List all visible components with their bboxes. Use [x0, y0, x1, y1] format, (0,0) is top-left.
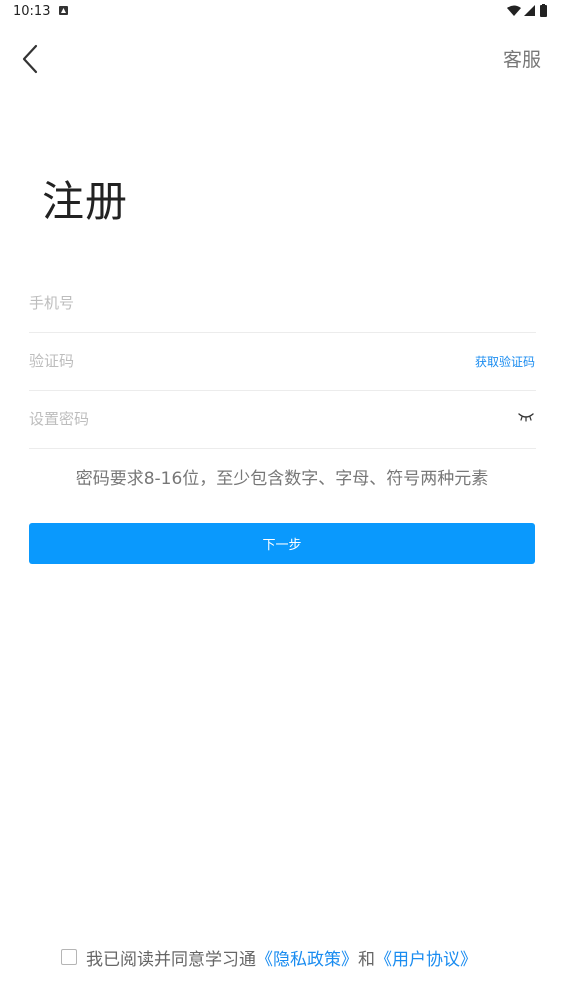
status-bar: 10:13 [0, 0, 564, 24]
phone-input[interactable] [29, 290, 429, 316]
agreement-connector: 和 [358, 949, 375, 970]
agreement-prefix: 我已阅读并同意学习通 [86, 949, 256, 970]
user-agreement-link[interactable]: 《用户协议》 [375, 945, 477, 970]
back-button[interactable] [14, 40, 50, 76]
get-code-button[interactable]: 获取验证码 [475, 353, 535, 370]
password-hint: 密码要求8-16位，至少包含数字、字母、符号两种元素 [75, 469, 489, 489]
agree-checkbox[interactable] [61, 949, 77, 965]
signal-icon [524, 5, 535, 16]
wifi-icon [507, 5, 521, 16]
phone-row [29, 274, 536, 333]
password-input[interactable] [29, 406, 429, 432]
back-arrow-icon [22, 44, 38, 74]
status-icons [507, 4, 547, 17]
customer-service-link[interactable]: 客服 [503, 45, 541, 72]
privacy-policy-link[interactable]: 《隐私政策》 [256, 945, 358, 970]
code-row: 获取验证码 [29, 332, 536, 391]
password-row [29, 390, 536, 449]
eye-closed-icon[interactable] [518, 412, 534, 422]
status-time: 10:13 [13, 4, 51, 19]
battery-icon [540, 4, 547, 17]
agreement-row: 我已阅读并同意学习通 《隐私政策》 和 《用户协议》 [61, 944, 477, 970]
notification-icon [59, 6, 68, 15]
next-step-button[interactable]: 下一步 [29, 523, 535, 564]
page-title: 注册 [42, 177, 129, 226]
code-input[interactable] [29, 348, 429, 374]
